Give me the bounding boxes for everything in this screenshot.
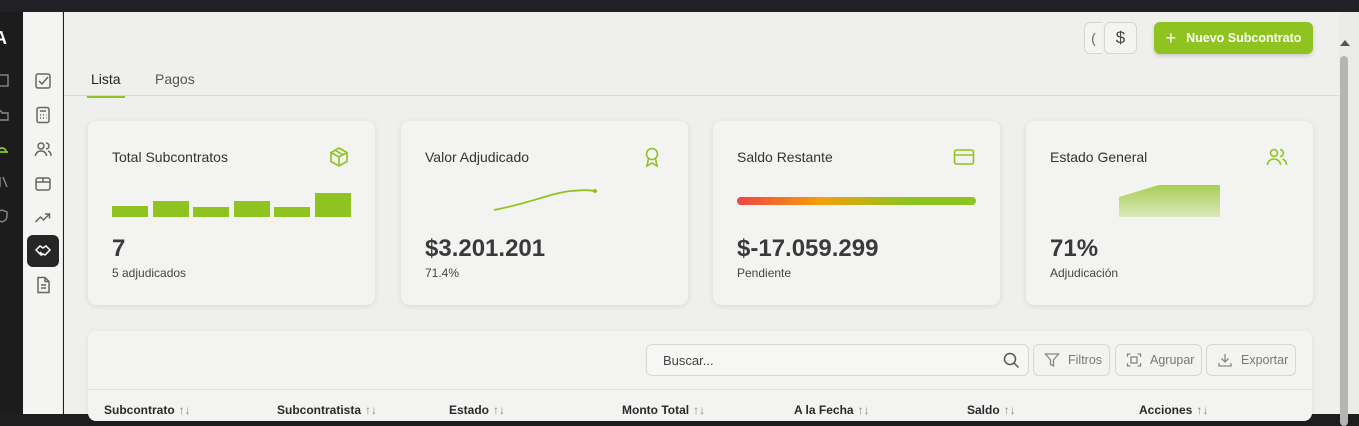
sidebar-item-subcontracts[interactable] [27,235,59,267]
new-subcontract-label: Nuevo Subcontrato [1186,31,1302,45]
plus-icon: + [1165,28,1177,48]
filter-button[interactable]: Filtros [1033,344,1110,376]
sidebar-item-trends[interactable] [27,201,59,233]
handshake-icon [34,245,52,256]
mini-bar [193,207,229,217]
card-title: Saldo Restante [737,149,833,165]
users-icon [34,142,52,157]
sort-icon: ↑↓ [493,403,506,417]
sidebar-item-packages[interactable] [27,167,59,199]
shield-icon[interactable] [0,208,10,224]
card-subtext: 5 adjudicados [112,266,187,280]
scroll-up-arrow[interactable] [1340,40,1350,46]
document-icon [37,276,50,294]
export-button[interactable]: Exportar [1206,344,1296,376]
sort-icon: ↑↓ [693,403,706,417]
card-title: Estado General [1050,149,1148,165]
main-content: ( $ + Nuevo Subcontrato Lista Pagos Tota… [64,12,1339,421]
column-header-estado[interactable]: Estado ↑↓ [449,403,505,417]
trending-up-icon [34,213,51,223]
group-label: Agrupar [1150,353,1195,367]
vertical-scrollbar[interactable] [1339,12,1359,426]
mini-bar [152,201,189,217]
card-total-subcontratos: Total Subcontratos 7 5 adjudicados [88,121,375,305]
calculator-icon [36,106,50,124]
currency-button[interactable]: $ [1104,22,1137,54]
group-button[interactable]: Agrupar [1115,344,1202,376]
card-valor-adjudicado: Valor Adjudicado $3.201.201 71.4% [401,121,688,305]
search-placeholder: Buscar... [663,353,714,368]
sidebar-item-documents[interactable] [27,269,59,301]
users-icon [1266,148,1288,166]
folder-icon[interactable] [0,106,10,122]
column-header-a-la-fecha[interactable]: A la Fecha ↑↓ [794,403,870,417]
sidebar-item-calculator[interactable] [27,99,59,131]
search-icon [1003,352,1020,369]
scrollbar-thumb[interactable] [1340,56,1348,426]
card-saldo-restante: Saldo Restante $-17.059.299 Pendiente [713,121,1000,305]
card-value: $3.201.201 [425,235,546,262]
new-subcontract-button[interactable]: + Nuevo Subcontrato [1154,22,1313,54]
card-subtext: 71.4% [425,266,460,280]
filter-label: Filtros [1068,353,1103,367]
cube-icon [330,147,348,167]
building-icon[interactable] [0,72,10,88]
library-icon[interactable] [0,174,10,190]
browser-chrome [0,0,1359,12]
sparkline [493,189,597,211]
search-input[interactable]: Buscar... [646,344,1029,376]
card-value: 71% [1050,235,1099,262]
award-icon [645,147,659,168]
sort-icon: ↑↓ [178,403,191,417]
download-icon [1218,354,1232,367]
balance-gradient-bar [737,197,976,205]
theme-toggle-button[interactable]: ( [1084,22,1102,54]
column-header-monto-total[interactable]: Monto Total ↑↓ [622,403,705,417]
card-subtext: Adjudicación [1050,266,1119,280]
app-sidebar [23,12,63,414]
logo: A [0,28,7,48]
card-estado-general: Estado General 71% Adjudicación [1026,121,1313,305]
outer-sidebar: A [0,12,23,414]
column-header-saldo[interactable]: Saldo ↑↓ [967,403,1016,417]
sidebar-item-checklist[interactable] [27,65,59,97]
column-header-subcontratista[interactable]: Subcontratista ↑↓ [277,403,377,417]
tab-pagos[interactable]: Pagos [155,71,195,87]
tab-lista[interactable]: Lista [87,71,125,98]
tab-bar: Lista Pagos [64,68,1339,98]
mini-bar [274,207,310,217]
sort-icon: ↑↓ [1196,403,1209,417]
sidebar-item-users[interactable] [27,133,59,165]
mini-bar-chart [112,192,352,217]
column-header-acciones[interactable]: Acciones ↑↓ [1139,403,1208,417]
card-value: 7 [112,235,126,262]
helmet-icon[interactable] [0,140,10,156]
group-icon [1126,353,1142,367]
package-icon [35,177,51,191]
mini-bar [314,193,351,217]
card-title: Valor Adjudicado [425,149,530,165]
export-label: Exportar [1241,353,1289,367]
subcontracts-table-panel: Buscar... Filtros Agrupar Exportar Subco… [88,331,1312,421]
filter-icon [1044,353,1060,368]
card-title: Total Subcontratos [112,149,228,165]
mini-bar [233,201,270,217]
card-value: $-17.059.299 [737,235,879,262]
checkbox-icon [35,73,51,89]
sort-icon: ↑↓ [365,403,378,417]
card-subtext: Pendiente [737,266,792,280]
credit-card-icon [953,149,975,165]
sort-icon: ↑↓ [1003,403,1016,417]
mini-bar [112,206,148,217]
table-header: Subcontrato ↑↓ Subcontratista ↑↓ Estado ↑↓ … [88,389,1312,421]
column-header-subcontrato[interactable]: Subcontrato ↑↓ [104,403,191,417]
sort-icon: ↑↓ [857,403,870,417]
area-sparkline [1119,185,1220,217]
